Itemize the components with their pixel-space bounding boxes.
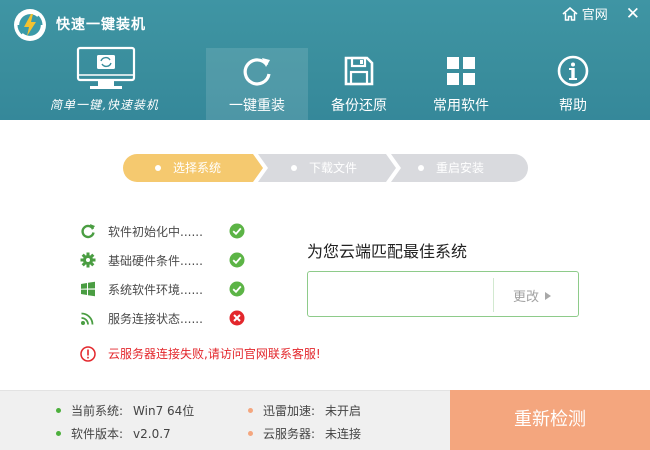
bullet-icon <box>56 431 61 436</box>
bullet-icon <box>248 408 253 413</box>
tab-one-click-reinstall[interactable]: 一键重装 <box>206 48 308 120</box>
sync-icon <box>81 224 95 239</box>
step-label: 重启安装 <box>436 161 485 175</box>
info-value: v2.0.7 <box>133 426 171 441</box>
match-title: 为您云端匹配最佳系统 <box>307 242 468 261</box>
check-label: 基础硬件条件...... <box>108 253 203 268</box>
check-row-hardware: 基础硬件条件...... <box>80 251 255 269</box>
info-value: Win7 64位 <box>133 404 195 418</box>
check-label: 服务连接状态...... <box>108 311 203 326</box>
check-ok-icon <box>229 252 245 268</box>
step-label: 选择系统 <box>173 161 222 175</box>
step-select-system: 选择系统 <box>155 154 221 182</box>
tab-label: 备份还原 <box>331 98 387 114</box>
tab-help[interactable]: 帮助 <box>512 48 634 120</box>
info-icon <box>557 55 589 87</box>
monitor-icon <box>76 46 136 89</box>
info-value: 未连接 <box>325 427 362 441</box>
main-nav: 一键重装 备份还原 常用软件 帮助 <box>206 48 634 120</box>
recheck-button[interactable]: 重新检测 <box>450 390 650 450</box>
tab-label: 帮助 <box>559 98 587 114</box>
cloud-server-info: 云服务器: 未连接 <box>248 425 361 442</box>
check-fail-icon <box>229 310 245 326</box>
floppy-disk-icon <box>344 56 374 86</box>
alert-icon <box>80 345 96 362</box>
check-label: 系统软件环境...... <box>108 282 203 297</box>
apps-grid-icon <box>447 57 475 85</box>
check-row-init: 软件初始化中...... <box>80 222 255 240</box>
current-system-info: 当前系统: Win7 64位 <box>56 402 194 419</box>
refresh-icon <box>243 58 271 86</box>
info-label: 软件版本: <box>71 427 124 441</box>
app-title: 快速一键装机 <box>56 17 146 33</box>
tab-backup-restore[interactable]: 备份还原 <box>308 48 410 120</box>
change-system-button[interactable]: 更改 <box>513 286 552 305</box>
signal-icon <box>81 312 94 325</box>
progress-steps: 选择系统 下载文件 重启安装 <box>123 154 528 182</box>
tab-label: 常用软件 <box>433 98 489 114</box>
app-logo-icon <box>14 9 46 41</box>
windows-logo-icon <box>81 281 95 297</box>
error-text: 云服务器连接失败,请访问官网联系客服! <box>108 347 321 361</box>
header-bar: 快速一键装机 官网 ✕ 简单一键,快速装机 一键重装 备份还原 常用软件 帮助 <box>0 0 650 120</box>
check-ok-icon <box>229 223 245 239</box>
gear-icon <box>80 252 96 268</box>
info-label: 迅雷加速: <box>263 404 316 418</box>
info-label: 当前系统: <box>71 404 124 418</box>
info-value: 未开启 <box>325 404 362 418</box>
bullet-icon <box>248 431 253 436</box>
info-label: 云服务器: <box>263 427 316 441</box>
tab-label: 一键重装 <box>229 98 285 114</box>
check-row-service: 服务连接状态...... <box>80 309 255 327</box>
step-download-files: 下载文件 <box>291 154 357 182</box>
close-button[interactable]: ✕ <box>626 5 640 23</box>
change-label: 更改 <box>513 290 540 305</box>
app-slogan: 简单一键,快速装机 <box>50 98 159 112</box>
thunder-accel-info: 迅雷加速: 未开启 <box>248 402 361 419</box>
error-message: 云服务器连接失败,请访问官网联系客服! <box>80 345 321 362</box>
play-arrow-icon <box>545 291 552 300</box>
software-version-info: 软件版本: v2.0.7 <box>56 425 171 442</box>
top-right-controls: 官网 ✕ <box>562 4 640 23</box>
home-icon <box>562 6 578 21</box>
divider <box>493 278 494 312</box>
step-label: 下载文件 <box>309 161 358 175</box>
check-row-software-env: 系统软件环境...... <box>80 280 255 298</box>
tab-common-software[interactable]: 常用软件 <box>410 48 512 120</box>
check-label: 软件初始化中...... <box>108 224 203 239</box>
check-ok-icon <box>229 281 245 297</box>
bullet-icon <box>56 408 61 413</box>
official-site-link[interactable]: 官网 <box>562 4 608 23</box>
system-select-box[interactable]: 更改 <box>307 271 579 317</box>
step-restart-install: 重启安装 <box>418 154 484 182</box>
official-site-label: 官网 <box>581 8 608 23</box>
